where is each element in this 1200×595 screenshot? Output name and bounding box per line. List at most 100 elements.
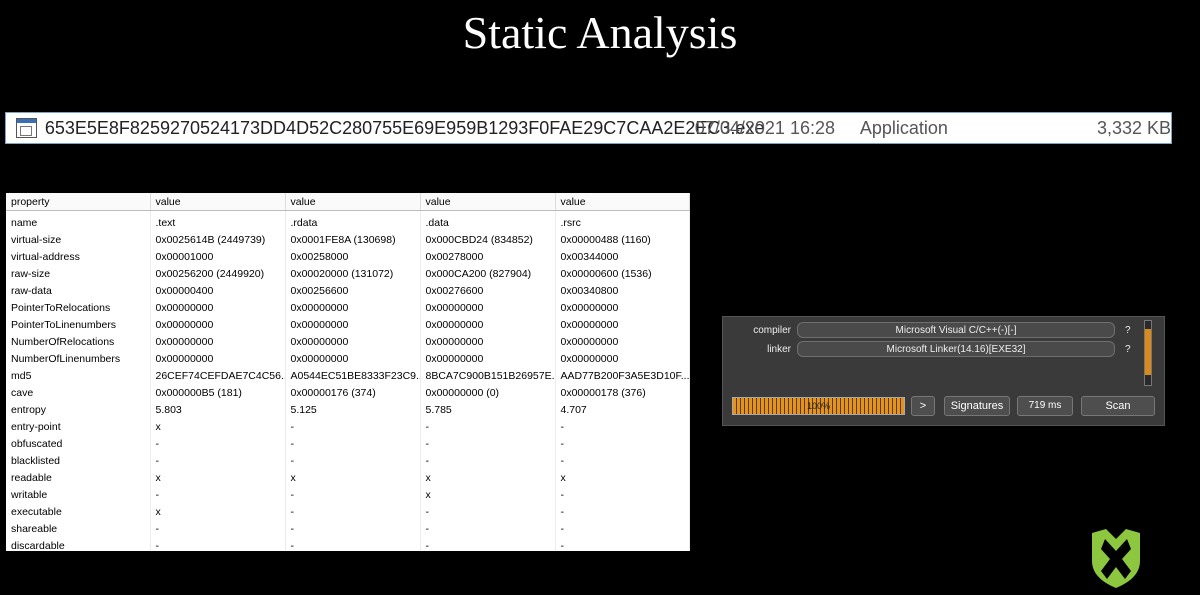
compiler-help-button[interactable]: ? <box>1125 325 1131 336</box>
table-row[interactable]: NumberOfLinenumbers 0x00000000 0x00000000 0… <box>6 350 690 367</box>
value-cell: 0x00020000 (131072) <box>285 265 421 282</box>
table-row[interactable]: executable x - - - <box>6 503 690 520</box>
value-cell: 0x00258000 <box>285 248 421 265</box>
value-cell: 0x00000000 <box>555 316 690 333</box>
results-scrollbar[interactable] <box>1144 320 1152 386</box>
value-cell: 0x00000000 <box>285 316 421 333</box>
executable-file-icon <box>16 118 37 138</box>
table-row[interactable]: PointerToLinenumbers 0x00000000 0x00000000… <box>6 316 690 333</box>
value-cell: x <box>285 469 421 486</box>
sections-table-panel: property value value value value name .text .r… <box>6 193 690 551</box>
value-cell: 0x00000000 <box>555 299 690 316</box>
value-cell: 0x00000000 <box>555 350 690 367</box>
value-cell: 0x00000000 <box>420 333 556 350</box>
property-cell: NumberOfRelocations <box>6 333 151 350</box>
property-cell: raw-size <box>6 265 151 282</box>
next-button[interactable]: > <box>911 396 935 416</box>
value-cell: - <box>555 537 690 551</box>
table-row[interactable]: writable - - x - <box>6 486 690 503</box>
value-cell: 0x00276600 <box>420 282 556 299</box>
value-cell: - <box>285 435 421 452</box>
signatures-button[interactable]: Signatures <box>944 396 1010 416</box>
property-cell: NumberOfLinenumbers <box>6 350 151 367</box>
value-cell: 0x00000000 <box>150 299 286 316</box>
value-cell: 0x00000000 <box>420 316 556 333</box>
compiler-label: compiler <box>753 324 791 336</box>
value-cell: A0544EC51BE8333F23C9... <box>285 367 421 384</box>
value-cell: - <box>420 503 556 520</box>
table-row[interactable]: obfuscated - - - - <box>6 435 690 452</box>
value-cell: .data <box>420 210 556 231</box>
value-cell: x <box>150 418 286 435</box>
value-cell: 0x00000000 <box>285 350 421 367</box>
property-cell: md5 <box>6 367 151 384</box>
property-cell: PointerToRelocations <box>6 299 151 316</box>
linker-label: linker <box>767 343 791 355</box>
compiler-row: compiler Microsoft Visual C/C++(-)[-] ? <box>723 322 1131 338</box>
file-list-row[interactable]: 653E5E8F8259270524173DD4D52C280755E69E95… <box>5 112 1172 144</box>
value-cell: - <box>150 537 286 551</box>
column-header[interactable]: property <box>6 193 151 211</box>
value-cell: x <box>420 486 556 503</box>
scan-button[interactable]: Scan <box>1081 396 1155 416</box>
value-cell: 5.785 <box>420 401 556 418</box>
table-row[interactable]: discardable - - - - <box>6 537 690 551</box>
table-row[interactable]: entropy 5.803 5.125 5.785 4.707 <box>6 401 690 418</box>
value-cell: 0x00256200 (2449920) <box>150 265 286 282</box>
property-cell: shareable <box>6 520 151 537</box>
column-header[interactable]: value <box>285 193 421 211</box>
compiler-value[interactable]: Microsoft Visual C/C++(-)[-] <box>797 322 1115 338</box>
file-size: 3,332 KB <box>1096 117 1172 138</box>
value-cell: x <box>150 503 286 520</box>
value-cell: 0x000CBD24 (834852) <box>420 231 556 248</box>
property-cell: raw-data <box>6 282 151 299</box>
property-cell: writable <box>6 486 151 503</box>
value-cell: 0x00000000 <box>285 333 421 350</box>
value-cell: 0x00000600 (1536) <box>555 265 690 282</box>
table-row[interactable]: raw-data 0x00000400 0x00256600 0x00276600 0x… <box>6 282 690 299</box>
value-cell: 0x00000488 (1160) <box>555 231 690 248</box>
value-cell: - <box>420 418 556 435</box>
table-row[interactable]: NumberOfRelocations 0x00000000 0x00000000 0… <box>6 333 690 350</box>
table-row[interactable]: readable x x x x <box>6 469 690 486</box>
table-row[interactable]: md5 26CEF74CEFDAE7C4C56... A0544EC51BE8333… <box>6 367 690 384</box>
table-row[interactable]: cave 0x000000B5 (181) 0x00000176 (374) 0x00… <box>6 384 690 401</box>
value-cell: 0x00000400 <box>150 282 286 299</box>
table-row[interactable]: virtual-size 0x0025614B (2449739) 0x0001FE… <box>6 231 690 248</box>
value-cell: - <box>420 452 556 469</box>
table-row[interactable]: entry-point x - - - <box>6 418 690 435</box>
table-row[interactable]: name .text .rdata .data .rsrc <box>6 210 690 231</box>
table-row[interactable]: PointerToRelocations 0x00000000 0x00000000… <box>6 299 690 316</box>
property-cell: virtual-size <box>6 231 151 248</box>
table-header-row: property value value value value <box>6 193 690 211</box>
table-row[interactable]: raw-size 0x00256200 (2449920) 0x00020000 (… <box>6 265 690 282</box>
column-header[interactable]: value <box>555 193 690 211</box>
value-cell: 0x00344000 <box>555 248 690 265</box>
value-cell: - <box>555 486 690 503</box>
file-name: 653E5E8F8259270524173DD4D52C280755E69E95… <box>44 117 765 138</box>
column-header[interactable]: value <box>150 193 286 211</box>
value-cell: - <box>420 435 556 452</box>
value-cell: 26CEF74CEFDAE7C4C56... <box>150 367 286 384</box>
property-cell: discardable <box>6 537 151 551</box>
property-cell: readable <box>6 469 151 486</box>
value-cell: x <box>555 469 690 486</box>
value-cell: - <box>150 452 286 469</box>
value-cell: 5.125 <box>285 401 421 418</box>
value-cell: 0x000CA200 (827904) <box>420 265 556 282</box>
value-cell: 0x0025614B (2449739) <box>150 231 286 248</box>
value-cell: - <box>285 452 421 469</box>
value-cell: - <box>150 520 286 537</box>
value-cell: .text <box>150 210 286 231</box>
value-cell: 0x00278000 <box>420 248 556 265</box>
table-row[interactable]: blacklisted - - - - <box>6 452 690 469</box>
table-row[interactable]: shareable - - - - <box>6 520 690 537</box>
value-cell: - <box>285 520 421 537</box>
value-cell: 0x00000000 <box>150 350 286 367</box>
value-cell: 0x00000178 (376) <box>555 384 690 401</box>
linker-help-button[interactable]: ? <box>1125 344 1131 355</box>
column-header[interactable]: value <box>420 193 556 211</box>
table-row[interactable]: virtual-address 0x00001000 0x00258000 0x002… <box>6 248 690 265</box>
linker-value[interactable]: Microsoft Linker(14.16)[EXE32] <box>797 341 1115 357</box>
value-cell: 0x00340800 <box>555 282 690 299</box>
